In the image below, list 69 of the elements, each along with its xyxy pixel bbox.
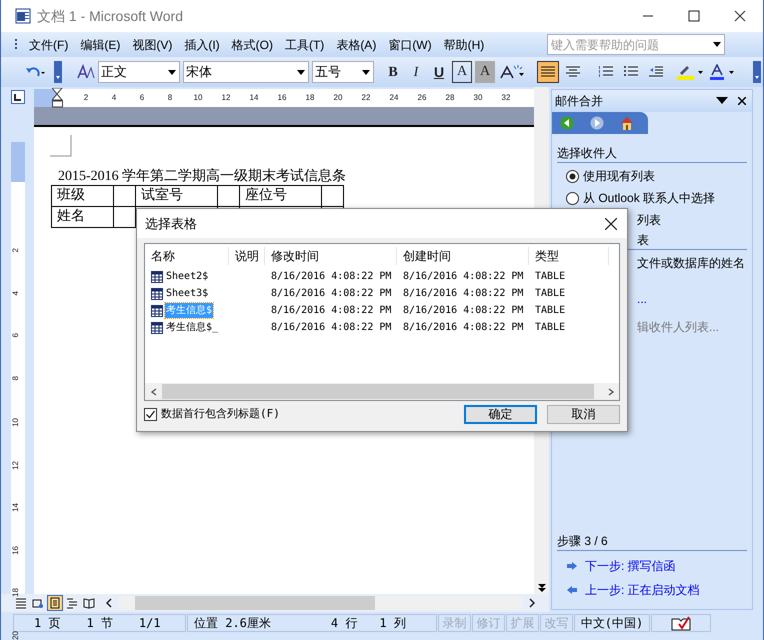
ruler-number: 8 [166, 92, 174, 104]
ruler-number: 2 [10, 248, 20, 252]
status-text: 1/1 [138, 615, 161, 632]
ruler-number: 14 [248, 92, 260, 104]
table-cell: 座位号 [240, 186, 322, 206]
window-title: 文档 1 - Microsoft Word [37, 6, 183, 26]
ruler-number: 10 [192, 92, 204, 104]
step-counter: 步骤 3 / 6 [557, 532, 747, 551]
pane-text: 文件或数据库的姓名 [637, 256, 745, 270]
table-cell-text: 8/16/2016 4:08:22 PM [402, 321, 524, 335]
document-heading: 2015-2016 学年第二学期高一级期末考试信息条 [58, 169, 348, 185]
status-text: 录制 [442, 615, 466, 632]
ruler-number: 4 [10, 290, 20, 295]
table-cell-text: TABLE [534, 270, 566, 284]
status-text: 扩展 [510, 615, 534, 632]
ruler-number: 24 [388, 92, 400, 104]
combo-value: 正文 [100, 63, 128, 82]
status-text: 修订 [476, 615, 500, 632]
table-cell-text: 8/16/2016 4:08:22 PM [270, 321, 392, 335]
ruler-number: 4 [110, 92, 118, 104]
table-cell-text: 8/16/2016 4:08:22 PM [270, 287, 392, 301]
table-cell: 姓名 [52, 206, 114, 228]
table-cell-text: 8/16/2016 4:08:22 PM [402, 270, 524, 284]
ruler-number: 6 [10, 333, 20, 338]
pane-text: 列表 [637, 213, 661, 227]
table-cell: 班级 [52, 186, 114, 206]
ruler-number: 22 [360, 92, 372, 104]
pane-text: 辑收件人列表... [637, 320, 720, 334]
table-cell-text: TABLE [534, 321, 566, 335]
ruler-number: 18 [304, 92, 316, 104]
status-text: 改写 [544, 615, 568, 632]
table-cell-text: TABLE [534, 304, 566, 318]
status-text: 1 节 [86, 615, 113, 632]
table-cell-text: 8/16/2016 4:08:22 PM [270, 270, 392, 284]
table-cell-text: 8/16/2016 4:08:22 PM [270, 304, 392, 318]
status-text: 1 页 [34, 615, 60, 632]
ruler-number: 2 [82, 92, 90, 104]
ruler-number: 12 [10, 460, 20, 470]
checkbox-label: 数据首行包含列标题(F) [161, 406, 280, 422]
ruler-number: 26 [416, 92, 428, 104]
ruler-number: 20 [10, 630, 20, 640]
table-cell-text: 8/16/2016 4:08:22 PM [402, 287, 524, 301]
radio-label: 使用现有列表 [583, 168, 655, 185]
ruler-number: 32 [500, 92, 512, 104]
status-text: 位置 2.6厘米 [194, 615, 271, 632]
combo-value: 五号 [314, 63, 342, 82]
ruler-number: 20 [332, 92, 344, 104]
ruler-number: 14 [10, 503, 20, 512]
status-text: 中文(中国) [580, 615, 644, 632]
ruler-number: 12 [220, 92, 232, 104]
ruler-number: 16 [10, 546, 20, 554]
section-heading: 选择收件人 [557, 144, 747, 163]
ruler-number: 30 [472, 92, 484, 104]
table-cell: 试室号 [136, 186, 218, 206]
combo-value: 宋体 [185, 63, 213, 82]
table-cell-text: 8/16/2016 4:08:22 PM [402, 304, 524, 318]
status-text: 4 行 [330, 615, 358, 632]
task-pane-title: 邮件合并 [555, 93, 603, 110]
radio-label: 从 Outlook 联系人中选择 [583, 190, 716, 207]
ruler-number: 8 [10, 376, 20, 380]
pane-text: 表 [637, 233, 649, 247]
status-text: 1 列 [379, 615, 406, 632]
ruler-number: 18 [10, 588, 20, 597]
ruler-number: 6 [138, 92, 146, 104]
ruler-number: 10 [10, 418, 20, 427]
ruler-number: 28 [444, 92, 456, 104]
ruler-number: 16 [276, 92, 288, 104]
table-cell-text: TABLE [534, 287, 566, 301]
dialog-title: 选择表格 [145, 214, 197, 233]
